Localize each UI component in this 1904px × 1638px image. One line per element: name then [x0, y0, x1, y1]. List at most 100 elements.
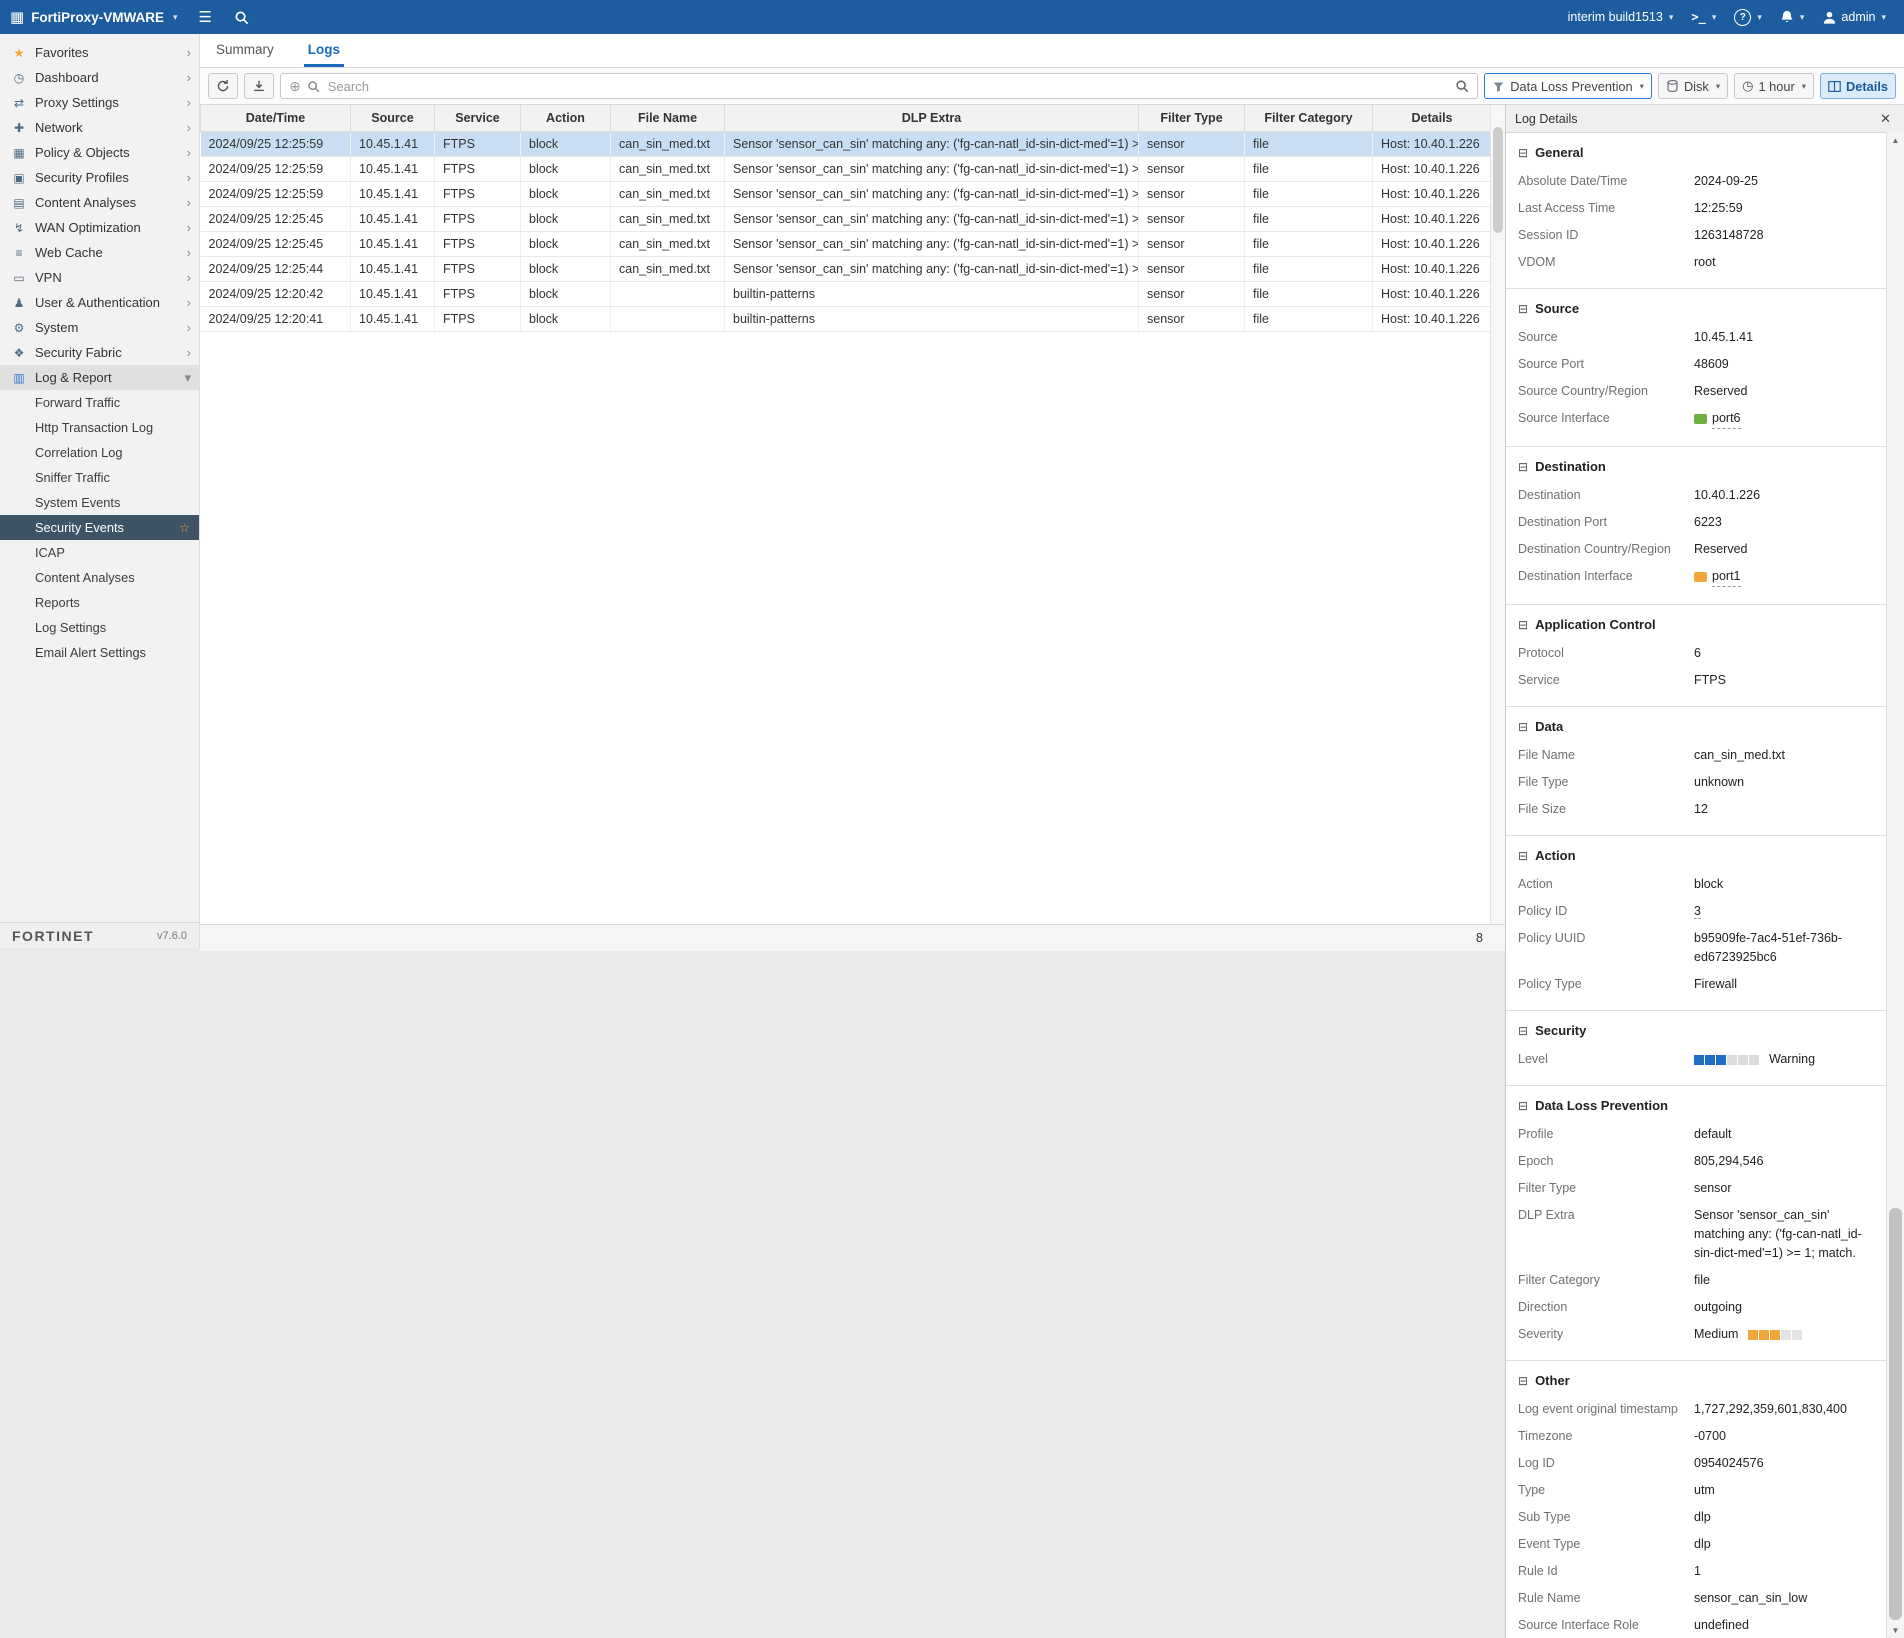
- sidebar-item-dashboard[interactable]: ◷Dashboard›: [0, 65, 199, 90]
- build-selector[interactable]: interim build1513 ▾: [1560, 0, 1682, 34]
- section-header[interactable]: ⊟Security: [1506, 1019, 1886, 1046]
- sidebar-item-wan-optimization[interactable]: ↯WAN Optimization›: [0, 215, 199, 240]
- sidebar-item-system-events[interactable]: System Events: [0, 490, 199, 515]
- notifications-button[interactable]: ▾: [1772, 0, 1813, 34]
- sidebar-item-favorites[interactable]: ★Favorites›: [0, 40, 199, 65]
- download-button[interactable]: [244, 73, 274, 99]
- refresh-button[interactable]: [208, 73, 238, 99]
- sidebar-item-system[interactable]: ⚙System›: [0, 315, 199, 340]
- level-text: Warning: [1769, 1052, 1815, 1066]
- collapse-icon[interactable]: ⊟: [1518, 1024, 1528, 1038]
- collapse-icon[interactable]: ⊟: [1518, 849, 1528, 863]
- details-toggle-button[interactable]: Details: [1820, 73, 1896, 99]
- sidebar-item-vpn[interactable]: ▭VPN›: [0, 265, 199, 290]
- person-icon: ♟: [11, 296, 27, 310]
- sidebar-item-forward-traffic[interactable]: Forward Traffic: [0, 390, 199, 415]
- sidebar-item-log-report[interactable]: ▥Log & Report▾: [0, 365, 199, 390]
- search-submit-icon[interactable]: [1455, 79, 1469, 93]
- table-row[interactable]: 2024/09/25 12:25:4410.45.1.41FTPSblockca…: [201, 257, 1492, 282]
- sidebar-item-security-fabric[interactable]: ❖Security Fabric›: [0, 340, 199, 365]
- column-header-dlp-extra[interactable]: DLP Extra: [725, 105, 1139, 132]
- section-header[interactable]: ⊟Data Loss Prevention: [1506, 1094, 1886, 1121]
- sidebar-item-security-events[interactable]: Security Events☆: [0, 515, 199, 540]
- column-header-source[interactable]: Source: [351, 105, 435, 132]
- sidebar-item-email-alert-settings[interactable]: Email Alert Settings: [0, 640, 199, 665]
- sidebar-item-content-analyses[interactable]: Content Analyses: [0, 565, 199, 590]
- sidebar-item-policy-objects[interactable]: ▦Policy & Objects›: [0, 140, 199, 165]
- table-scrollbar-thumb[interactable]: [1493, 127, 1503, 233]
- collapse-icon[interactable]: ⊟: [1518, 720, 1528, 734]
- table-row[interactable]: 2024/09/25 12:25:5910.45.1.41FTPSblockca…: [201, 182, 1492, 207]
- column-header-file-name[interactable]: File Name: [611, 105, 725, 132]
- collapse-icon[interactable]: ⊟: [1518, 618, 1528, 632]
- section-header[interactable]: ⊟Other: [1506, 1369, 1886, 1396]
- collapse-icon[interactable]: ⊟: [1518, 1374, 1528, 1388]
- cli-console-button[interactable]: >_ ▾: [1683, 0, 1724, 34]
- cell-date-time: 2024/09/25 12:25:44: [201, 257, 351, 282]
- detail-row: Typeutm: [1506, 1477, 1886, 1504]
- sidebar-item-network[interactable]: ✚Network›: [0, 115, 199, 140]
- detail-value-link[interactable]: 3: [1694, 904, 1701, 919]
- sidebar-item-user-authentication[interactable]: ♟User & Authentication›: [0, 290, 199, 315]
- table-scrollbar[interactable]: [1490, 105, 1505, 924]
- detail-label: Type: [1518, 1481, 1694, 1500]
- column-header-details[interactable]: Details: [1373, 105, 1492, 132]
- table-row[interactable]: 2024/09/25 12:25:4510.45.1.41FTPSblockca…: [201, 232, 1492, 257]
- favorite-star-icon[interactable]: ☆: [179, 521, 190, 535]
- section-header[interactable]: ⊟Application Control: [1506, 613, 1886, 640]
- storage-dropdown[interactable]: Disk ▾: [1658, 73, 1728, 99]
- scroll-down-icon[interactable]: ▼: [1887, 1622, 1904, 1638]
- sidebar-item-reports[interactable]: Reports: [0, 590, 199, 615]
- cell-date-time: 2024/09/25 12:20:41: [201, 307, 351, 332]
- table-row[interactable]: 2024/09/25 12:25:5910.45.1.41FTPSblockca…: [201, 132, 1492, 157]
- sidebar-item-log-settings[interactable]: Log Settings: [0, 615, 199, 640]
- sidebar-item-proxy-settings[interactable]: ⇄Proxy Settings›: [0, 90, 199, 115]
- interface-value[interactable]: port6: [1694, 409, 1741, 429]
- severity-segment: [1705, 1055, 1715, 1065]
- log-type-dropdown[interactable]: Data Loss Prevention ▾: [1484, 73, 1652, 99]
- table-row[interactable]: 2024/09/25 12:20:4210.45.1.41FTPSblockbu…: [201, 282, 1492, 307]
- tab-logs[interactable]: Logs: [304, 34, 344, 67]
- panel-scrollbar-thumb[interactable]: [1889, 1208, 1902, 1620]
- app-body: ★Favorites›◷Dashboard›⇄Proxy Settings›✚N…: [0, 34, 1904, 1638]
- collapse-icon[interactable]: ⊟: [1518, 1099, 1528, 1113]
- tab-summary[interactable]: Summary: [212, 34, 278, 67]
- chevron-down-icon: ▾: [1800, 12, 1805, 23]
- global-search-button[interactable]: [223, 0, 260, 34]
- column-header-service[interactable]: Service: [435, 105, 521, 132]
- help-button[interactable]: ? ▾: [1726, 0, 1770, 34]
- section-header[interactable]: ⊟General: [1506, 141, 1886, 168]
- sidebar-item-content-analyses[interactable]: ▤Content Analyses›: [0, 190, 199, 215]
- sidebar-item-security-profiles[interactable]: ▣Security Profiles›: [0, 165, 199, 190]
- sidebar-item-web-cache[interactable]: ≡Web Cache›: [0, 240, 199, 265]
- section-header[interactable]: ⊟Data: [1506, 715, 1886, 742]
- scroll-up-icon[interactable]: ▲: [1887, 132, 1904, 148]
- menu-toggle-button[interactable]: ☰: [187, 0, 222, 34]
- section-header[interactable]: ⊟Destination: [1506, 455, 1886, 482]
- column-header-filter-category[interactable]: Filter Category: [1245, 105, 1373, 132]
- panel-scrollbar[interactable]: ▲ ▼: [1886, 132, 1904, 1638]
- column-header-date-time[interactable]: Date/Time: [201, 105, 351, 132]
- sidebar-item-correlation-log[interactable]: Correlation Log: [0, 440, 199, 465]
- collapse-icon[interactable]: ⊟: [1518, 146, 1528, 160]
- detail-row: LevelWarning: [1506, 1046, 1886, 1073]
- table-row[interactable]: 2024/09/25 12:25:4510.45.1.41FTPSblockca…: [201, 207, 1492, 232]
- sidebar-item-icap[interactable]: ICAP: [0, 540, 199, 565]
- section-header[interactable]: ⊟Action: [1506, 844, 1886, 871]
- sidebar-item-http-transaction-log[interactable]: Http Transaction Log: [0, 415, 199, 440]
- collapse-icon[interactable]: ⊟: [1518, 302, 1528, 316]
- table-row[interactable]: 2024/09/25 12:20:4110.45.1.41FTPSblockbu…: [201, 307, 1492, 332]
- collapse-icon[interactable]: ⊟: [1518, 460, 1528, 474]
- search-input[interactable]: [326, 78, 1450, 95]
- add-filter-icon[interactable]: ⊕: [289, 78, 301, 95]
- user-menu[interactable]: admin ▾: [1814, 0, 1894, 34]
- column-header-filter-type[interactable]: Filter Type: [1139, 105, 1245, 132]
- table-row[interactable]: 2024/09/25 12:25:5910.45.1.41FTPSblockca…: [201, 157, 1492, 182]
- sidebar-item-sniffer-traffic[interactable]: Sniffer Traffic: [0, 465, 199, 490]
- column-header-action[interactable]: Action: [521, 105, 611, 132]
- interface-value[interactable]: port1: [1694, 567, 1741, 587]
- section-header[interactable]: ⊟Source: [1506, 297, 1886, 324]
- time-range-dropdown[interactable]: ◷ 1 hour ▾: [1734, 73, 1814, 99]
- product-brand[interactable]: ▦ FortiProxy-VMWARE ▾: [0, 10, 187, 25]
- close-icon[interactable]: ✕: [1876, 109, 1895, 129]
